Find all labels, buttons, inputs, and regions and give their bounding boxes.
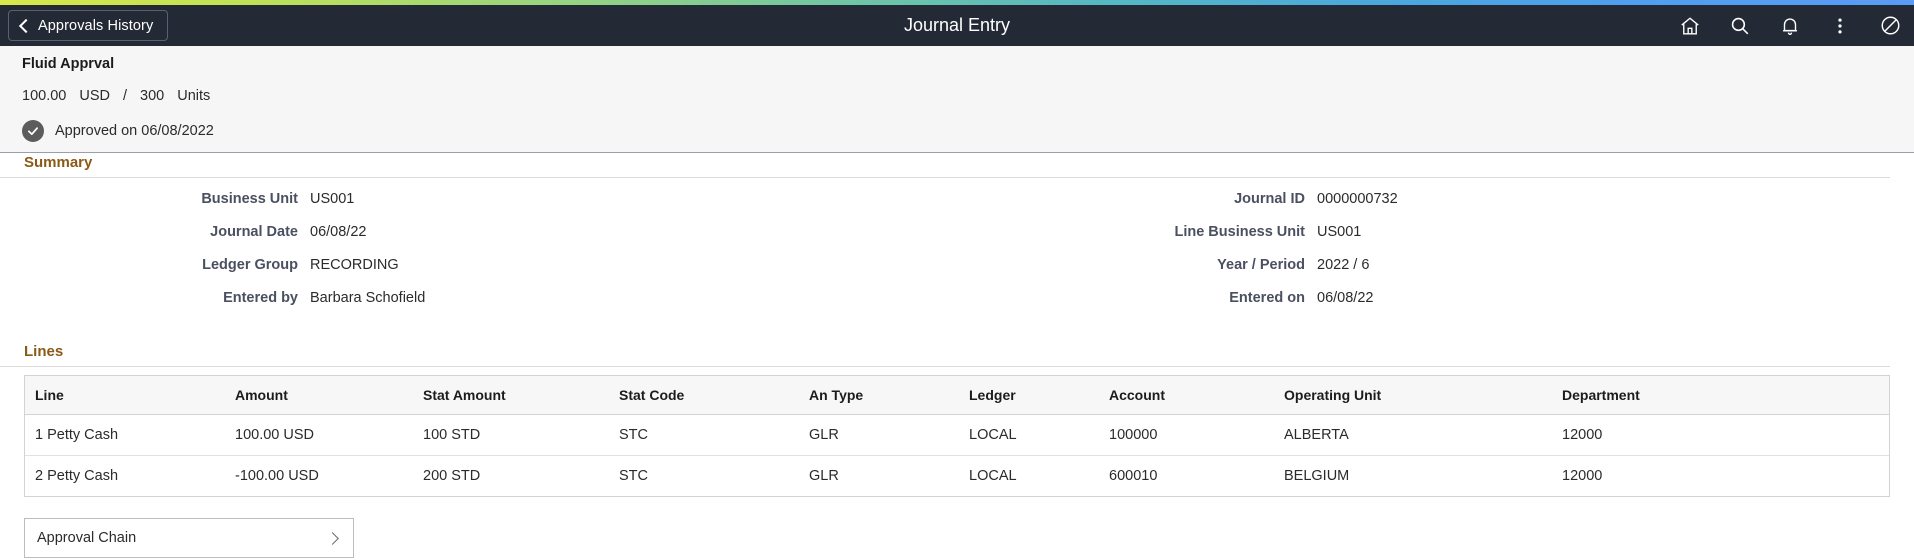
app-header: Approvals History Journal Entry: [0, 5, 1914, 46]
lines-section-heading: Lines: [0, 343, 1890, 367]
back-button-label: Approvals History: [38, 17, 154, 34]
summary-section-heading: Summary: [0, 154, 1890, 178]
field-value: US001: [1317, 224, 1362, 240]
back-to-approvals-history-button[interactable]: Approvals History: [8, 10, 169, 41]
cell-stat-amount: 100 STD: [413, 414, 609, 456]
cell-line: 1 Petty Cash: [25, 414, 225, 456]
chevron-left-icon: [17, 19, 31, 33]
summary-field: Journal ID 0000000732: [957, 191, 1914, 224]
cell-line: 2 Petty Cash: [35, 468, 119, 484]
summary-field: Year / Period 2022 / 6: [957, 257, 1914, 290]
approval-chain-button[interactable]: Approval Chain: [24, 518, 354, 558]
summary-section: Summary Business Unit US001 Journal Date…: [0, 154, 1914, 323]
summary-fields-grid: Business Unit US001 Journal Date 06/08/2…: [0, 178, 1914, 323]
approval-chain-label: Approval Chain: [37, 530, 137, 546]
lines-table-container: Line Amount Stat Amount Stat Code An Typ…: [24, 375, 1890, 497]
field-value: 06/08/22: [1317, 290, 1374, 306]
cell-an-type: GLR: [799, 414, 959, 456]
column-header-an-type: An Type: [799, 376, 959, 415]
summary-field: Journal Date 06/08/22: [0, 224, 957, 257]
field-label: Journal Date: [210, 224, 298, 240]
amount-summary-line: 100.00 USD / 300 Units: [22, 88, 210, 104]
summary-right-column: Journal ID 0000000732 Line Business Unit…: [957, 191, 1914, 323]
approval-status-text: Approved on 06/08/2022: [55, 123, 214, 139]
summary-field: Ledger Group RECORDING: [0, 257, 957, 290]
cell-stat-code: STC: [619, 468, 648, 484]
summary-left-column: Business Unit US001 Journal Date 06/08/2…: [0, 191, 957, 323]
cell-ledger: LOCAL: [969, 468, 1017, 484]
chevron-right-icon: [327, 532, 339, 544]
field-value: RECORDING: [310, 257, 399, 273]
cell-ledger: LOCAL: [959, 414, 1099, 456]
field-label: Year / Period: [1217, 257, 1305, 273]
column-header-stat-code: Stat Code: [609, 376, 799, 415]
field-value: 2022 / 6: [1317, 257, 1370, 273]
approved-check-icon: [22, 120, 44, 142]
column-header-amount: Amount: [225, 376, 413, 415]
cell-department: 12000: [1562, 468, 1603, 484]
cell-amount: -100.00 USD: [235, 468, 319, 484]
actions-menu-icon[interactable]: [1828, 14, 1852, 38]
amount-separator: /: [122, 88, 128, 104]
field-label: Entered by: [223, 290, 298, 306]
cell-department: 12000: [1552, 414, 1889, 456]
field-label: Business Unit: [201, 191, 298, 207]
search-icon[interactable]: [1728, 14, 1752, 38]
table-row[interactable]: 2 Petty Cash -100.00 USD 200 STD STC GLR…: [25, 456, 1889, 497]
approval-type-title: Fluid Apprval: [22, 56, 115, 72]
column-header-department: Department: [1552, 376, 1889, 415]
cell-operating-unit: BELGIUM: [1284, 468, 1350, 484]
cell-account: 600010: [1109, 468, 1158, 484]
currency-code: USD: [79, 88, 110, 104]
column-header-line: Line: [25, 376, 225, 415]
journal-lines-table: Line Amount Stat Amount Stat Code An Typ…: [25, 376, 1889, 496]
column-header-stat-amount: Stat Amount: [413, 376, 609, 415]
notifications-bell-icon[interactable]: [1778, 14, 1802, 38]
approval-status-row: Approved on 06/08/2022: [22, 120, 214, 142]
summary-field: Business Unit US001: [0, 191, 957, 224]
field-value: 0000000732: [1317, 191, 1398, 207]
table-row[interactable]: 1 Petty Cash 100.00 USD 100 STD STC GLR …: [25, 414, 1889, 456]
field-value: Barbara Schofield: [310, 290, 426, 306]
main-content: Summary Business Unit US001 Journal Date…: [0, 154, 1914, 558]
cell-stat-amount: 200 STD: [423, 468, 481, 484]
cell-amount: 100.00 USD: [225, 414, 413, 456]
amount-value: 100.00: [22, 88, 67, 104]
column-header-ledger: Ledger: [959, 376, 1099, 415]
field-value: US001: [310, 191, 355, 207]
navbar-icon[interactable]: [1878, 14, 1902, 38]
cell-operating-unit: ALBERTA: [1274, 414, 1552, 456]
column-header-operating-unit: Operating Unit: [1274, 376, 1552, 415]
approval-info-band: Fluid Apprval 100.00 USD / 300 Units App…: [0, 46, 1914, 153]
quantity-value: 300: [140, 88, 165, 104]
field-label: Entered on: [1229, 290, 1305, 306]
unit-of-measure: Units: [177, 88, 211, 104]
summary-field: Entered by Barbara Schofield: [0, 290, 957, 323]
field-value: 06/08/22: [310, 224, 367, 240]
cell-an-type: GLR: [809, 468, 839, 484]
table-header-row: Line Amount Stat Amount Stat Code An Typ…: [25, 376, 1889, 415]
page-title: Journal Entry: [903, 15, 1011, 35]
header-icon-group: [1678, 5, 1902, 46]
summary-field: Line Business Unit US001: [957, 224, 1914, 257]
field-label: Journal ID: [1234, 191, 1305, 207]
field-label: Line Business Unit: [1174, 224, 1305, 240]
summary-field: Entered on 06/08/22: [957, 290, 1914, 323]
lines-section: Lines Line Amount Stat Amount Stat Code …: [0, 343, 1914, 497]
cell-stat-code: STC: [609, 414, 799, 456]
cell-account: 100000: [1099, 414, 1274, 456]
column-header-account: Account: [1099, 376, 1274, 415]
field-label: Ledger Group: [202, 257, 298, 273]
home-icon[interactable]: [1678, 14, 1702, 38]
